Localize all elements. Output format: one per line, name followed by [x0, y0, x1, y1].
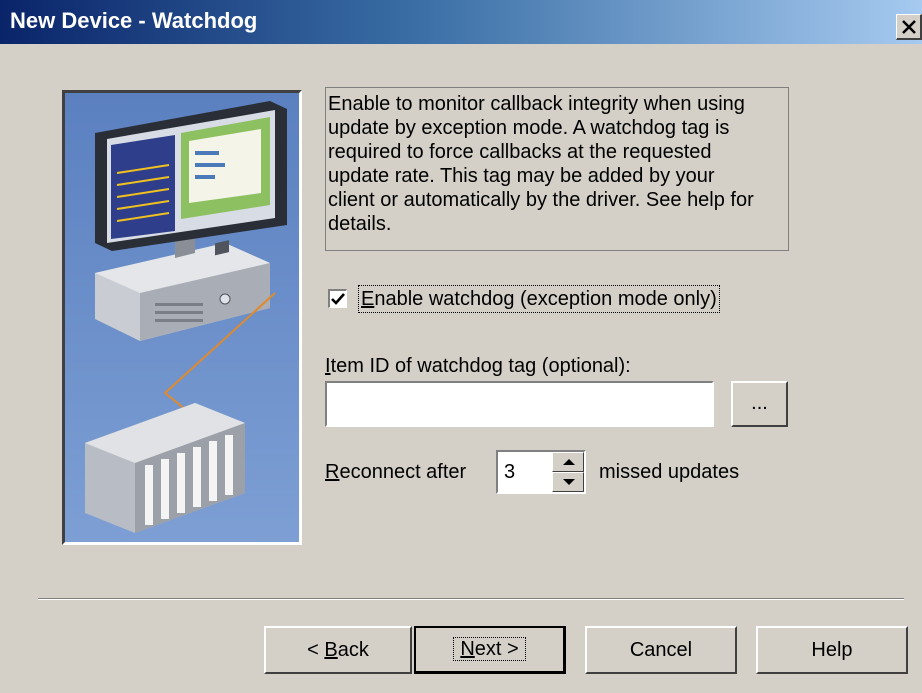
spin-up-icon — [563, 459, 575, 465]
back-button[interactable]: < Back — [264, 626, 412, 674]
wizard-illustration — [62, 90, 302, 545]
spin-down-button[interactable] — [552, 472, 584, 492]
item-id-label: Item ID of watchdog tag (optional): — [325, 355, 631, 377]
reconnect-label: Reconnect after — [325, 461, 467, 483]
title-bar: New Device - Watchdog — [0, 0, 922, 44]
description-text: Enable to monitor callback integrity whe… — [325, 87, 789, 251]
help-button[interactable]: Help — [756, 626, 908, 674]
spin-down-icon — [563, 479, 575, 485]
cancel-button[interactable]: Cancel — [585, 626, 737, 674]
spin-up-button[interactable] — [552, 452, 584, 472]
missed-updates-label: missed updates — [599, 461, 740, 483]
checkmark-icon — [331, 293, 345, 305]
item-id-input[interactable] — [325, 381, 714, 427]
close-icon — [902, 20, 916, 34]
footer-divider — [38, 598, 904, 600]
computer-illustration — [95, 101, 287, 341]
enable-watchdog-checkbox[interactable] — [328, 289, 347, 308]
reconnect-spinner[interactable] — [552, 452, 584, 492]
enable-watchdog-label[interactable]: Enable watchdog (exception mode only) — [358, 285, 720, 313]
window-title: New Device - Watchdog — [10, 8, 258, 33]
browse-button[interactable]: ... — [731, 381, 788, 427]
next-button[interactable]: Next > — [414, 626, 566, 674]
close-button[interactable] — [896, 14, 922, 40]
